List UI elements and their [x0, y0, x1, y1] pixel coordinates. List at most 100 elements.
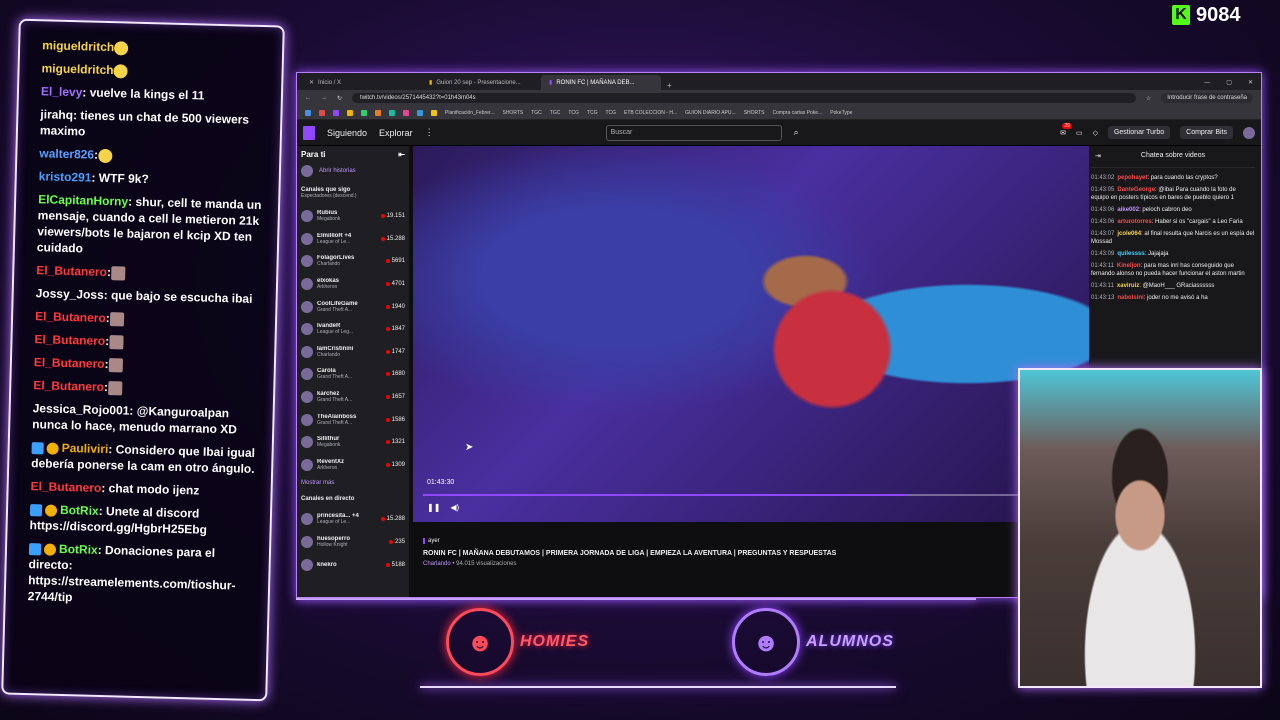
forward-icon[interactable]: →: [321, 95, 327, 101]
browser-tab-3[interactable]: ▮ RONIN FC | MAÑANA DEB...: [541, 75, 661, 90]
bookmark-item[interactable]: TGC: [531, 110, 542, 116]
viewer-number: 1657: [391, 394, 405, 401]
bookmark-icon[interactable]: [389, 109, 395, 116]
new-tab-button[interactable]: +: [661, 81, 678, 90]
channel-item[interactable]: ReventXz Arkheron 1309: [301, 454, 405, 477]
twitch-logo-icon[interactable]: [303, 125, 315, 140]
bookmark-item[interactable]: TCG: [605, 110, 616, 116]
volume-icon[interactable]: ◀): [450, 503, 459, 512]
bits-button[interactable]: Comprar Bits: [1180, 126, 1233, 139]
channel-item[interactable]: IamCristinini Charlando 1747: [301, 341, 405, 364]
bookmark-icon[interactable]: [333, 109, 339, 116]
bookmark-item[interactable]: TCG: [587, 110, 598, 116]
notifications-icon[interactable]: ✉ 29: [1060, 122, 1072, 137]
channel-item[interactable]: CoolLifeGame Grand Theft A... 1940: [301, 295, 405, 318]
video-player[interactable]: ➤ 01:43:30 ❚❚ ◀): [413, 146, 1089, 522]
channel-item[interactable]: princesita... +4 League of Le... 15.288: [301, 508, 405, 531]
channel-item[interactable]: knekro 5188: [301, 553, 405, 576]
sidenav: Para ti ⇤ Abrir historias Canales que si…: [297, 146, 409, 597]
history-link[interactable]: Abrir historias: [301, 165, 405, 177]
search-input[interactable]: Buscar: [605, 124, 782, 141]
channel-item[interactable]: IvandeR League of Leg... 1847: [301, 318, 405, 341]
overlay-chat-message: El_Butanero:: [35, 308, 265, 330]
chat-user[interactable]: aike002: [1117, 207, 1139, 213]
chat-user[interactable]: nabolsini: [1117, 295, 1143, 301]
chat-user[interactable]: pepohayet: [1117, 175, 1147, 181]
channel-item[interactable]: Sillithur Megabonk 1321: [301, 431, 405, 454]
bookmark-icon[interactable]: [375, 109, 381, 116]
channel-item[interactable]: huesoperro Hollow Knight 235: [301, 531, 405, 554]
inbox-icon[interactable]: ▭: [1076, 129, 1083, 137]
channel-item[interactable]: TheAlainboss Grand Theft A... 1586: [301, 408, 405, 431]
bookmark-item[interactable]: SHORTS: [502, 110, 523, 116]
viewer-number: 1940: [391, 303, 405, 310]
chat-user[interactable]: arturotorres: [1117, 219, 1151, 225]
badge-icon: [31, 441, 44, 455]
bookmark-icon[interactable]: [417, 109, 423, 116]
star-icon[interactable]: ☆: [1146, 95, 1151, 102]
video-category[interactable]: Charlando: [423, 561, 451, 567]
collapse-icon[interactable]: ⇤: [398, 150, 405, 159]
bookmark-icon[interactable]: [403, 109, 409, 116]
overlay-chat-message: El_Butanero: chat modo ijenz: [30, 478, 260, 500]
channel-item[interactable]: FolagorLives Charlando 5691: [301, 250, 405, 273]
badge-icon: [43, 543, 57, 556]
viewer-number: 5188: [391, 561, 405, 568]
channel-item[interactable]: elxokas Arkheron 4701: [301, 273, 405, 296]
nav-explore[interactable]: Explorar: [379, 128, 413, 138]
search-icon[interactable]: ⌕: [794, 127, 799, 138]
minimize-button[interactable]: —: [1204, 80, 1210, 86]
chat-user[interactable]: quilessss: [1117, 251, 1144, 257]
chat-user[interactable]: DanteGeorge: [1117, 187, 1155, 193]
seek-bar[interactable]: [423, 494, 1079, 496]
browser-tab-2[interactable]: ▮ Guion 20 sep - Presentacione...: [421, 75, 541, 90]
chat-text: : peloch cabron deo: [1139, 207, 1192, 213]
bookmark-icon[interactable]: [431, 109, 437, 116]
avatar[interactable]: [1243, 126, 1255, 139]
bookmark-item[interactable]: SHORTS: [744, 110, 765, 116]
chat-message: 01:43:13 nabolsini: joder no me avisó a h…: [1091, 294, 1255, 302]
bookmarks-bar: Planificación_Febrer... SHORTS TGC TGC TCG TC…: [297, 106, 1261, 120]
channel-viewers: 5188: [385, 561, 405, 568]
close-window-button[interactable]: ✕: [1248, 79, 1253, 86]
avatar: [301, 436, 313, 449]
pause-icon[interactable]: ❚❚: [427, 503, 440, 512]
password-chip[interactable]: Introducir frase de contraseña: [1161, 93, 1253, 103]
channel-item[interactable]: karchez Grand Theft A... 1657: [301, 386, 405, 409]
nav-following[interactable]: Siguiendo: [327, 128, 367, 138]
channel-item[interactable]: Rubius Megabonk 19.151: [301, 205, 405, 228]
bookmark-item[interactable]: Planificación_Febrer...: [445, 110, 494, 116]
bookmark-item[interactable]: Compra cartas Poke...: [772, 110, 822, 116]
bookmark-item[interactable]: GUION DIARIO APU...: [685, 110, 736, 116]
turbo-button[interactable]: Gestionar Turbo: [1107, 126, 1171, 139]
bookmark-item[interactable]: ETB COLECCION - H...: [624, 110, 677, 116]
bookmark-icon[interactable]: [319, 109, 325, 116]
chat-time: 01:43:02: [1091, 175, 1115, 181]
url-field[interactable]: twitch.tv/videos/2571445432?t=01h43m04s: [352, 93, 1136, 103]
whispers-icon[interactable]: ◇: [1093, 129, 1098, 137]
channel-item[interactable]: ElmillloR +4 League of Le... 15.288: [301, 228, 405, 251]
chat-text: : para mas inri has conseguido que ferna…: [1091, 263, 1245, 277]
reload-icon[interactable]: ↻: [337, 95, 342, 102]
bookmark-item[interactable]: PokeType: [830, 110, 852, 116]
back-icon[interactable]: ←: [305, 95, 311, 101]
chat-user[interactable]: jcole064: [1117, 231, 1141, 237]
bookmark-icon[interactable]: [361, 109, 367, 116]
bookmark-item[interactable]: TCG: [568, 110, 579, 116]
bookmark-icon[interactable]: [347, 109, 353, 116]
bookmark-item[interactable]: TGC: [550, 110, 561, 116]
overlay-chat-message: ElCapitanHorny: shur, cell te manda un m…: [37, 191, 269, 261]
emote-icon: [113, 40, 129, 56]
maximize-button[interactable]: ▢: [1226, 79, 1232, 86]
followed-sort[interactable]: Espectadores (descend.): [301, 193, 405, 199]
bookmark-icon[interactable]: [305, 109, 311, 116]
chat-user[interactable]: Kineljon: [1117, 263, 1141, 269]
show-more-link[interactable]: Mostrar más: [301, 480, 405, 486]
badge-icon: [44, 504, 58, 517]
twitch-tab-icon: ▮: [549, 80, 553, 86]
more-icon[interactable]: ⋮: [425, 127, 434, 138]
browser-tab-1[interactable]: ✕ Inicio / X: [301, 75, 421, 90]
channel-item[interactable]: Carola Grand Theft A... 1680: [301, 363, 405, 386]
chat-user[interactable]: xaviruiz: [1117, 283, 1139, 289]
chat-collapse-icon[interactable]: ⇥: [1095, 152, 1101, 160]
